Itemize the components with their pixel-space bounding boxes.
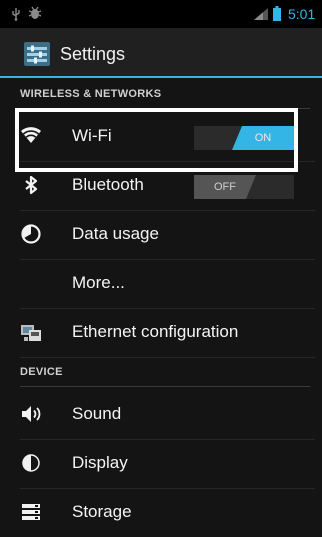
settings-item-label: Storage	[72, 502, 132, 521]
status-time: 5:01	[288, 6, 316, 22]
debug-icon	[28, 6, 42, 19]
settings-item-data-usage[interactable]: Data usage	[20, 210, 315, 260]
storage-icon	[22, 504, 40, 520]
bluetooth-toggle[interactable]: OFF	[194, 175, 294, 199]
wifi-highlight-box	[15, 108, 298, 172]
section-header-wireless: WIRELESS & NETWORKS	[20, 88, 310, 109]
status-bar: 5:01	[0, 0, 322, 28]
action-bar: Settings	[0, 28, 322, 78]
settings-item-label: Ethernet configuration	[72, 322, 239, 341]
display-icon	[22, 454, 40, 472]
ethernet-icon	[21, 325, 41, 341]
section-header-device: DEVICE	[20, 366, 310, 387]
signal-icon	[254, 8, 268, 20]
bluetooth-icon	[25, 175, 38, 195]
settings-item-label: Data usage	[72, 224, 159, 243]
settings-item-ethernet[interactable]: Ethernet configuration	[20, 308, 315, 358]
settings-icon	[24, 42, 50, 66]
bluetooth-toggle-state: OFF	[194, 175, 256, 199]
settings-item-display[interactable]: Display	[20, 439, 315, 489]
data-usage-icon	[21, 224, 41, 244]
settings-item-label: Bluetooth	[72, 175, 144, 194]
settings-item-label: More...	[72, 273, 125, 292]
settings-item-more[interactable]: More...	[20, 259, 315, 309]
settings-item-sound[interactable]: Sound	[20, 390, 315, 440]
page-title: Settings	[60, 44, 126, 64]
settings-item-storage[interactable]: Storage	[20, 488, 315, 537]
settings-item-label: Sound	[72, 404, 122, 423]
battery-icon	[273, 6, 281, 21]
settings-item-label: Display	[72, 453, 128, 472]
usb-icon	[12, 8, 20, 21]
sound-icon	[22, 406, 41, 422]
